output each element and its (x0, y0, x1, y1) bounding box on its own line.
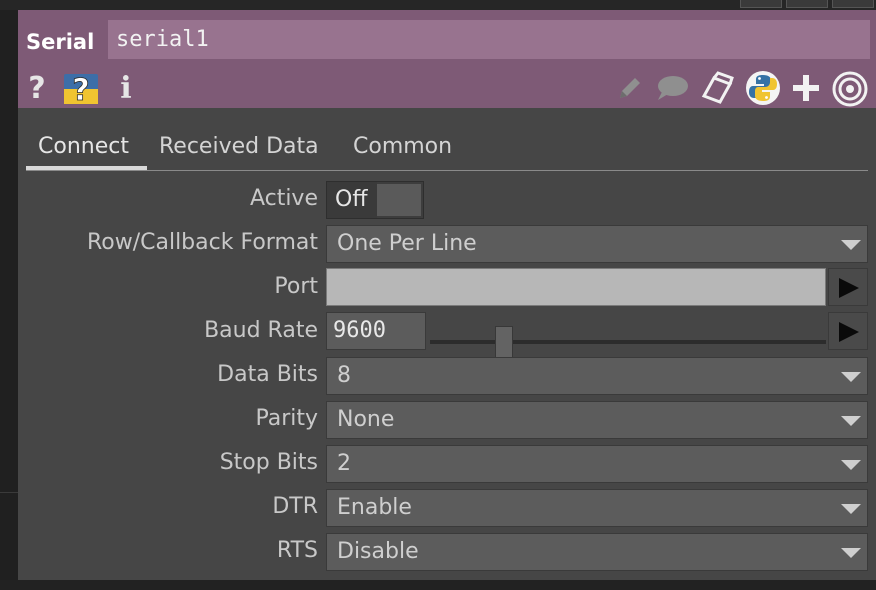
dtr-menu[interactable]: Enable (326, 489, 868, 527)
parity-menu[interactable]: None (326, 401, 868, 439)
active-tab-indicator (26, 166, 147, 170)
network-editor-background (0, 10, 18, 590)
dropdown-arrow-icon (841, 416, 861, 426)
baud-rate-menu-button[interactable] (828, 312, 868, 350)
rts-label: RTS (276, 538, 318, 563)
baud-rate-slider-track[interactable] (430, 340, 826, 344)
row-callback-format-value: One Per Line (337, 231, 477, 256)
parameter-dialog: Serial serial1 ? ? i Connect Received Da… (18, 10, 876, 580)
active-label: Active (249, 186, 318, 211)
rts-value: Disable (337, 539, 419, 564)
parity-label: Parity (255, 406, 318, 431)
info-icon[interactable]: i (116, 71, 136, 106)
tab-received-data[interactable]: Received Data (159, 132, 319, 166)
help-icon[interactable]: ? (24, 71, 50, 106)
window-button[interactable] (740, 0, 782, 8)
baud-rate-label: Baud Rate (204, 318, 318, 343)
parameter-tabs: Connect Received Data Common (26, 130, 868, 171)
rts-menu[interactable]: Disable (326, 533, 868, 571)
panel-header: Serial serial1 ? ? i (18, 10, 876, 108)
clone-icon[interactable] (698, 70, 736, 106)
row-callback-format-menu[interactable]: One Per Line (326, 225, 868, 263)
data-bits-menu[interactable]: 8 (326, 357, 868, 395)
top-bar (0, 0, 876, 10)
stop-bits-menu[interactable]: 2 (326, 445, 868, 483)
window-button[interactable] (786, 0, 828, 8)
stop-bits-value: 2 (337, 451, 351, 476)
active-toggle-value: Off (327, 182, 377, 218)
baud-rate-slider-handle[interactable] (495, 326, 513, 358)
operator-type-label: Serial (26, 30, 95, 54)
tab-common[interactable]: Common (353, 132, 452, 166)
port-label: Port (274, 274, 318, 299)
tab-connect[interactable]: Connect (38, 132, 129, 166)
parity-value: None (337, 407, 395, 432)
add-icon[interactable] (788, 70, 824, 106)
network-editor-background-bottom (0, 580, 876, 590)
edit-icon[interactable] (614, 72, 644, 104)
port-menu-button[interactable] (828, 268, 868, 306)
row-callback-format-label: Row/Callback Format (86, 230, 318, 255)
dropdown-arrow-icon (841, 504, 861, 514)
operator-name-field[interactable]: serial1 (108, 20, 870, 59)
dtr-value: Enable (337, 495, 412, 520)
python-help-icon[interactable]: ? (62, 70, 102, 106)
comment-icon[interactable] (654, 72, 690, 104)
dropdown-arrow-icon (841, 240, 861, 250)
baud-rate-field[interactable]: 9600 (326, 312, 426, 350)
toggle-knob (377, 184, 421, 216)
play-arrow-icon (839, 278, 859, 298)
data-bits-value: 8 (337, 363, 351, 388)
python-icon[interactable] (744, 70, 782, 106)
svg-text:?: ? (72, 73, 89, 106)
dropdown-arrow-icon (841, 372, 861, 382)
play-arrow-icon (839, 322, 859, 342)
data-bits-label: Data Bits (217, 362, 318, 387)
target-icon[interactable] (830, 70, 870, 108)
dropdown-arrow-icon (841, 548, 861, 558)
dropdown-arrow-icon (841, 460, 861, 470)
window-button[interactable] (832, 0, 874, 8)
dtr-label: DTR (272, 494, 318, 519)
stop-bits-label: Stop Bits (219, 450, 318, 475)
active-toggle[interactable]: Off (326, 181, 424, 219)
port-field[interactable] (326, 268, 826, 306)
